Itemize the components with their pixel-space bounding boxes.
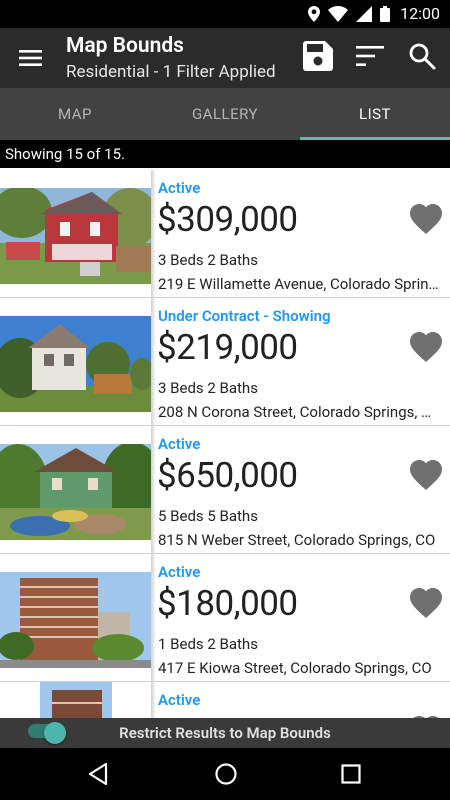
recent-apps-icon[interactable] <box>341 764 361 784</box>
battery-icon <box>380 5 391 22</box>
sort-icon[interactable] <box>356 44 384 68</box>
listing-photo[interactable] <box>0 316 151 412</box>
listing-beds-baths: 5 Beds 5 Baths <box>158 507 258 525</box>
back-icon[interactable] <box>86 762 110 786</box>
listing-status: Active <box>158 179 201 197</box>
listing-price: $219,000 <box>157 327 298 368</box>
listing-photo[interactable] <box>0 682 151 718</box>
tab-gallery[interactable]: GALLERY <box>150 88 300 140</box>
listing-address: 417 E Kiowa Street, Colorado Springs, CO <box>158 659 432 677</box>
listing-photo[interactable] <box>0 572 151 668</box>
home-icon[interactable] <box>214 762 238 786</box>
listing-card[interactable]: Under Contract - Showing $219,000 3 Beds… <box>0 298 450 426</box>
listing-price: $650,000 <box>157 455 298 496</box>
listing-address: 219 E Willamette Avenue, Colorado Spring… <box>158 275 440 293</box>
listing-beds-baths: 3 Beds 2 Baths <box>158 251 258 269</box>
favorite-heart-icon[interactable] <box>410 332 442 362</box>
card-shadow <box>151 554 156 682</box>
tab-list[interactable]: LIST <box>300 88 450 140</box>
signal-icon <box>356 5 373 22</box>
listing-status: Active <box>158 691 201 709</box>
listing-card[interactable]: Active $650,000 5 Beds 5 Baths 815 N Web… <box>0 426 450 554</box>
tab-map[interactable]: MAP <box>0 88 150 140</box>
listing-photo[interactable] <box>0 188 151 284</box>
filter-subtitle: Residential - 1 Filter Applied <box>66 62 276 82</box>
listing-card[interactable]: Active <box>0 682 450 718</box>
restrict-bounds-label: Restrict Results to Map Bounds <box>119 724 331 742</box>
listing-address: 208 N Corona Street, Colorado Springs, C… <box>158 403 440 421</box>
listing-status: Active <box>158 563 201 581</box>
listing-beds-baths: 3 Beds 2 Baths <box>158 379 258 397</box>
app-bar: Map Bounds Residential - 1 Filter Applie… <box>0 28 450 88</box>
map-bounds-toggle-bar: Restrict Results to Map Bounds <box>0 718 450 748</box>
search-icon[interactable] <box>408 42 436 70</box>
menu-icon[interactable] <box>18 45 44 71</box>
results-count: Showing 15 of 15. <box>0 140 450 168</box>
view-tabs: MAP GALLERY LIST <box>0 88 450 140</box>
page-title: Map Bounds <box>66 34 184 58</box>
listing-status: Active <box>158 435 201 453</box>
favorite-heart-icon[interactable] <box>410 460 442 490</box>
location-icon <box>308 5 321 22</box>
favorite-heart-icon[interactable] <box>410 588 442 618</box>
favorite-heart-icon[interactable] <box>410 204 442 234</box>
listing-address: 815 N Weber Street, Colorado Springs, CO <box>158 531 436 549</box>
listing-card[interactable]: Active $309,000 3 Beds 2 Baths 219 E Wil… <box>0 170 450 298</box>
clock: 12:00 <box>400 4 440 23</box>
listing-status: Under Contract - Showing <box>158 307 331 325</box>
wifi-icon <box>328 5 349 22</box>
listing-price: $180,000 <box>157 583 298 624</box>
card-shadow <box>151 170 156 298</box>
system-nav-bar <box>0 748 450 800</box>
listing-beds-baths: 1 Beds 2 Baths <box>158 635 258 653</box>
listing-card[interactable]: Active $180,000 1 Beds 2 Baths 417 E Kio… <box>0 554 450 682</box>
listing-price: $309,000 <box>157 199 298 240</box>
save-icon[interactable] <box>303 41 333 71</box>
listing-list[interactable]: Active $309,000 3 Beds 2 Baths 219 E Wil… <box>0 168 450 718</box>
listing-photo[interactable] <box>0 444 151 540</box>
status-bar: 12:00 <box>0 0 450 28</box>
card-shadow <box>151 426 156 554</box>
card-shadow <box>151 298 156 426</box>
card-shadow <box>151 682 156 718</box>
